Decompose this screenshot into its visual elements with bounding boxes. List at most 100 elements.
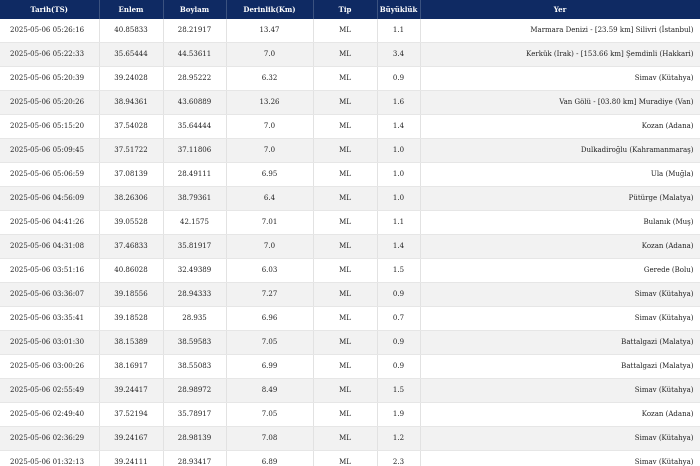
cell-magnitude: 0.7 (377, 306, 421, 331)
cell-longitude: 28.95222 (163, 66, 227, 91)
column-header-depth[interactable]: Derinlik(Km) (226, 0, 314, 19)
cell-date: 2025-05-06 05:22:33 (0, 42, 100, 67)
table-row[interactable]: 2025-05-06 02:36:29 39.24167 28.98139 7.08 M… (0, 426, 700, 451)
cell-latitude: 39.24417 (99, 378, 164, 403)
cell-date: 2025-05-06 02:36:29 (0, 426, 100, 451)
cell-type: ML (313, 330, 378, 355)
cell-location: Bulanık (Muş) (420, 210, 700, 235)
cell-latitude: 38.16917 (99, 354, 164, 379)
cell-longitude: 38.79361 (163, 186, 227, 211)
table-row[interactable]: 2025-05-06 03:35:41 39.18528 28.935 6.96 ML 0… (0, 306, 700, 331)
cell-location: Van Gölü - [03.80 km] Muradiye (Van) (420, 90, 700, 115)
cell-magnitude: 1.5 (377, 258, 421, 283)
cell-type: ML (313, 42, 378, 67)
cell-type: ML (313, 19, 378, 43)
cell-longitude: 42.1575 (163, 210, 227, 235)
cell-date: 2025-05-06 03:01:30 (0, 330, 100, 355)
cell-date: 2025-05-06 05:20:39 (0, 66, 100, 91)
table-row[interactable]: 2025-05-06 04:56:09 38.26306 38.79361 6.4 ML… (0, 186, 700, 211)
table-row[interactable]: 2025-05-06 03:36:07 39.18556 28.94333 7.27 M… (0, 282, 700, 307)
cell-type: ML (313, 426, 378, 451)
cell-magnitude: 1.0 (377, 186, 421, 211)
column-header-magnitude[interactable]: Büyüklük (377, 0, 421, 19)
cell-longitude: 35.81917 (163, 234, 227, 259)
cell-depth: 7.05 (226, 402, 314, 427)
cell-type: ML (313, 186, 378, 211)
cell-location: Simav (Kütahya) (420, 306, 700, 331)
cell-location: Marmara Denizi - [23.59 km] Silivri (İst… (420, 19, 700, 43)
cell-latitude: 39.18556 (99, 282, 164, 307)
column-header-type[interactable]: Tip (313, 0, 378, 19)
cell-type: ML (313, 354, 378, 379)
table-row[interactable]: 2025-05-06 05:26:16 40.85833 28.21917 13.47… (0, 19, 700, 43)
earthquake-table-container: Tarih(TS) Enlem Boylam Derinlik(Km) Tip … (0, 0, 700, 466)
cell-longitude: 38.59583 (163, 330, 227, 355)
cell-location: Ula (Muğla) (420, 162, 700, 187)
cell-date: 2025-05-06 03:00:26 (0, 354, 100, 379)
cell-depth: 6.95 (226, 162, 314, 187)
cell-depth: 7.0 (226, 114, 314, 139)
cell-location: Battalgazi (Malatya) (420, 330, 700, 355)
cell-type: ML (313, 258, 378, 283)
table-row[interactable]: 2025-05-06 03:01:30 38.15389 38.59583 7.05 M… (0, 330, 700, 355)
cell-latitude: 37.46833 (99, 234, 164, 259)
table-row[interactable]: 2025-05-06 02:49:40 37.52194 35.78917 7.05 M… (0, 402, 700, 427)
table-row[interactable]: 2025-05-06 05:22:33 35.65444 44.53611 7.0 ML… (0, 42, 700, 67)
cell-latitude: 37.52194 (99, 402, 164, 427)
table-row[interactable]: 2025-05-06 01:32:13 39.24111 28.93417 6.89 M… (0, 450, 700, 466)
cell-date: 2025-05-06 05:20:26 (0, 90, 100, 115)
cell-depth: 8.49 (226, 378, 314, 403)
table-row[interactable]: 2025-05-06 05:20:26 38.94361 43.60889 13.26… (0, 90, 700, 115)
cell-location: Kozan (Adana) (420, 402, 700, 427)
table-row[interactable]: 2025-05-06 04:31:08 37.46833 35.81917 7.0 ML… (0, 234, 700, 259)
cell-date: 2025-05-06 04:31:08 (0, 234, 100, 259)
table-body: 2025-05-06 05:26:16 40.85833 28.21917 13.47… (0, 19, 700, 466)
column-header-date[interactable]: Tarih(TS) (0, 0, 100, 19)
cell-magnitude: 1.0 (377, 138, 421, 163)
table-row[interactable]: 2025-05-06 05:09:45 37.51722 37.11806 7.0 ML… (0, 138, 700, 163)
cell-date: 2025-05-06 05:26:16 (0, 19, 100, 43)
cell-depth: 6.96 (226, 306, 314, 331)
cell-magnitude: 1.4 (377, 114, 421, 139)
cell-date: 2025-05-06 03:51:16 (0, 258, 100, 283)
column-header-location[interactable]: Yer (420, 0, 700, 19)
column-header-latitude[interactable]: Enlem (99, 0, 164, 19)
cell-type: ML (313, 378, 378, 403)
cell-date: 2025-05-06 04:56:09 (0, 186, 100, 211)
cell-longitude: 28.21917 (163, 19, 227, 43)
table-header: Tarih(TS) Enlem Boylam Derinlik(Km) Tip … (0, 0, 700, 19)
cell-type: ML (313, 402, 378, 427)
cell-magnitude: 1.6 (377, 90, 421, 115)
cell-depth: 7.08 (226, 426, 314, 451)
cell-magnitude: 1.9 (377, 402, 421, 427)
cell-longitude: 28.93417 (163, 450, 227, 466)
cell-latitude: 37.08139 (99, 162, 164, 187)
cell-depth: 6.4 (226, 186, 314, 211)
cell-date: 2025-05-06 03:35:41 (0, 306, 100, 331)
cell-magnitude: 1.0 (377, 162, 421, 187)
cell-date: 2025-05-06 05:09:45 (0, 138, 100, 163)
cell-longitude: 28.98972 (163, 378, 227, 403)
cell-type: ML (313, 306, 378, 331)
cell-location: Simav (Kütahya) (420, 378, 700, 403)
table-row[interactable]: 2025-05-06 03:00:26 38.16917 38.55083 6.99 M… (0, 354, 700, 379)
column-header-longitude[interactable]: Boylam (163, 0, 227, 19)
cell-latitude: 37.51722 (99, 138, 164, 163)
table-row[interactable]: 2025-05-06 05:20:39 39.24028 28.95222 6.32 M… (0, 66, 700, 91)
cell-latitude: 40.85833 (99, 19, 164, 43)
table-row[interactable]: 2025-05-06 02:55:49 39.24417 28.98972 8.49 M… (0, 378, 700, 403)
cell-longitude: 35.78917 (163, 402, 227, 427)
cell-latitude: 39.24028 (99, 66, 164, 91)
table-row[interactable]: 2025-05-06 05:15:20 37.54028 35.64444 7.0 ML… (0, 114, 700, 139)
cell-latitude: 39.18528 (99, 306, 164, 331)
table-row[interactable]: 2025-05-06 05:06:59 37.08139 28.49111 6.95 M… (0, 162, 700, 187)
cell-location: Kerkük (Irak) - [153.66 km] Şemdinli (Ha… (420, 42, 700, 67)
cell-type: ML (313, 234, 378, 259)
table-row[interactable]: 2025-05-06 03:51:16 40.86028 32.49389 6.03 M… (0, 258, 700, 283)
table-row[interactable]: 2025-05-06 04:41:26 39.05528 42.1575 7.01 ML… (0, 210, 700, 235)
cell-depth: 6.32 (226, 66, 314, 91)
cell-longitude: 43.60889 (163, 90, 227, 115)
cell-type: ML (313, 450, 378, 466)
cell-type: ML (313, 138, 378, 163)
cell-magnitude: 1.5 (377, 378, 421, 403)
